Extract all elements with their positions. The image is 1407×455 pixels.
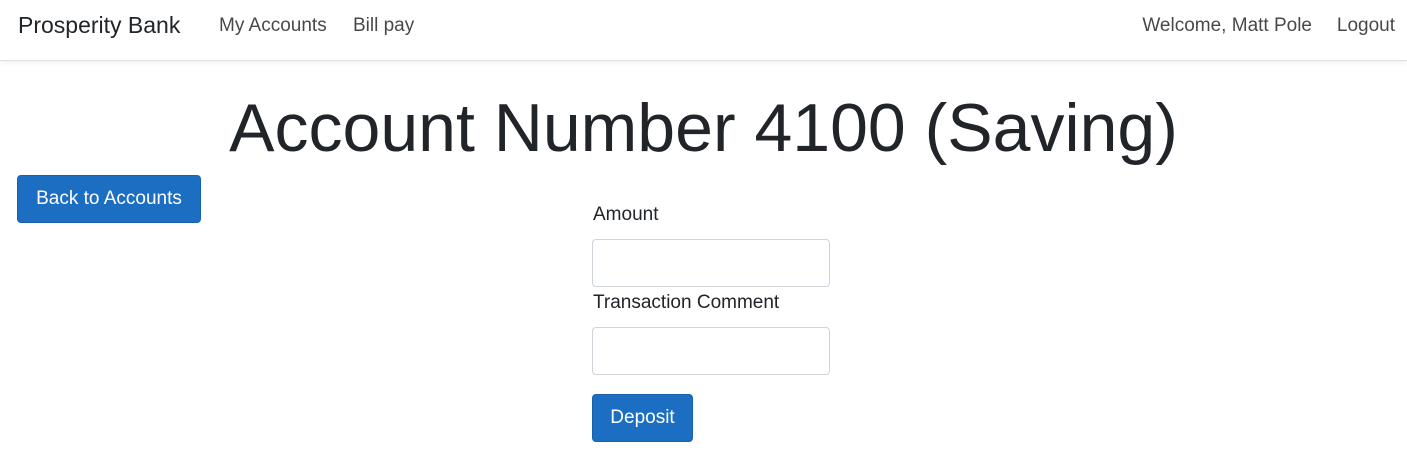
amount-label: Amount	[593, 204, 659, 225]
transaction-comment-label: Transaction Comment	[593, 292, 780, 313]
nav-my-accounts[interactable]: My Accounts	[219, 15, 327, 37]
nav-logout[interactable]: Logout	[1337, 15, 1395, 37]
brand-link[interactable]: Prosperity Bank	[18, 12, 180, 39]
top-navbar: Prosperity Bank My Accounts Bill pay Wel…	[0, 0, 1407, 61]
nav-welcome-user[interactable]: Welcome, Matt Pole	[1142, 15, 1312, 37]
amount-input[interactable]	[592, 239, 830, 287]
deposit-button[interactable]: Deposit	[592, 394, 693, 442]
back-to-accounts-button[interactable]: Back to Accounts	[17, 175, 201, 223]
nav-bill-pay[interactable]: Bill pay	[353, 15, 414, 37]
transaction-comment-input[interactable]	[592, 327, 830, 375]
page-title: Account Number 4100 (Saving)	[229, 90, 1178, 166]
